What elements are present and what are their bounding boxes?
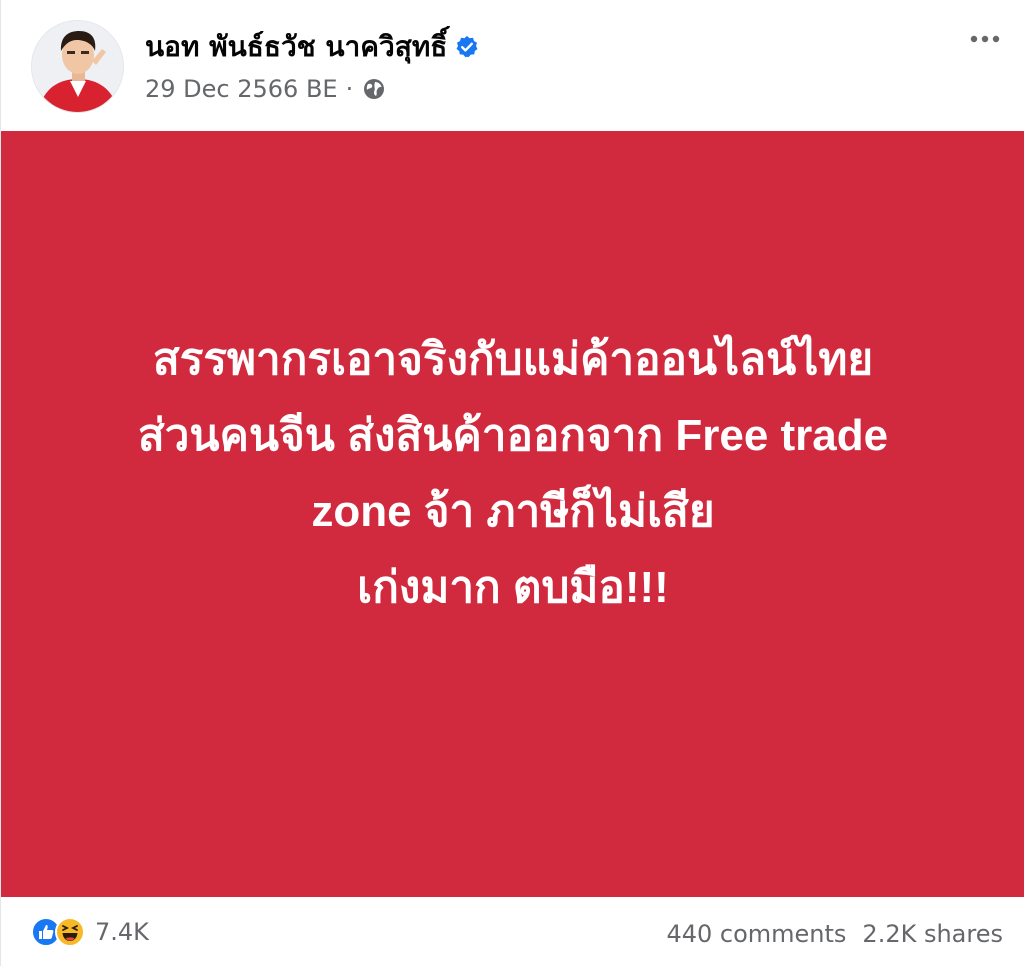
verified-badge-icon: [455, 35, 479, 59]
author-row: นอท พันธ์ธวัช นาควิสุทธิ์: [145, 30, 479, 64]
reaction-icons: [31, 917, 85, 947]
reactions-summary[interactable]: 7.4K: [31, 917, 149, 947]
content-line-4: เก่งมาก ตบมือ!!!: [357, 563, 669, 612]
content-line-3: zone จ้า ภาษีก็ไม่เสีย: [311, 487, 715, 536]
engagement-stats: 440 comments 2.2K shares: [666, 919, 1003, 949]
globe-icon: [361, 76, 387, 102]
content-line-2: ส่วนคนจีน ส่งสินค้าออกจาก Free trade: [137, 411, 889, 460]
post-footer: 7.4K 440 comments 2.2K shares: [1, 897, 1024, 966]
comments-count[interactable]: 440 comments: [666, 919, 846, 949]
post-date[interactable]: 29 Dec 2566 BE: [145, 74, 338, 104]
post-content-text: สรรพากรเอาจริงกับแม่ค้าออนไลน์ไทย ส่วนคน…: [33, 322, 993, 626]
post-content-card[interactable]: สรรพากรเอาจริงกับแม่ค้าออนไลน์ไทย ส่วนคน…: [1, 131, 1024, 897]
more-options-icon: [970, 35, 1000, 43]
meta-separator: ·: [345, 75, 354, 103]
post-header: นอท พันธ์ธวัช นาควิสุทธิ์ 29 Dec 2566 BE…: [1, 0, 1024, 131]
shares-count[interactable]: 2.2K shares: [862, 919, 1003, 949]
avatar-portrait-icon: [32, 21, 123, 112]
post-meta: 29 Dec 2566 BE ·: [145, 74, 387, 104]
content-line-1: สรรพากรเอาจริงกับแม่ค้าออนไลน์ไทย: [152, 335, 874, 384]
reaction-count: 7.4K: [95, 918, 149, 946]
more-options-button[interactable]: [967, 24, 1003, 54]
author-name[interactable]: นอท พันธ์ธวัช นาควิสุทธิ์: [145, 30, 447, 64]
author-avatar[interactable]: [31, 20, 124, 113]
haha-icon: [55, 917, 85, 947]
facebook-post: นอท พันธ์ธวัช นาควิสุทธิ์ 29 Dec 2566 BE…: [0, 0, 1024, 966]
